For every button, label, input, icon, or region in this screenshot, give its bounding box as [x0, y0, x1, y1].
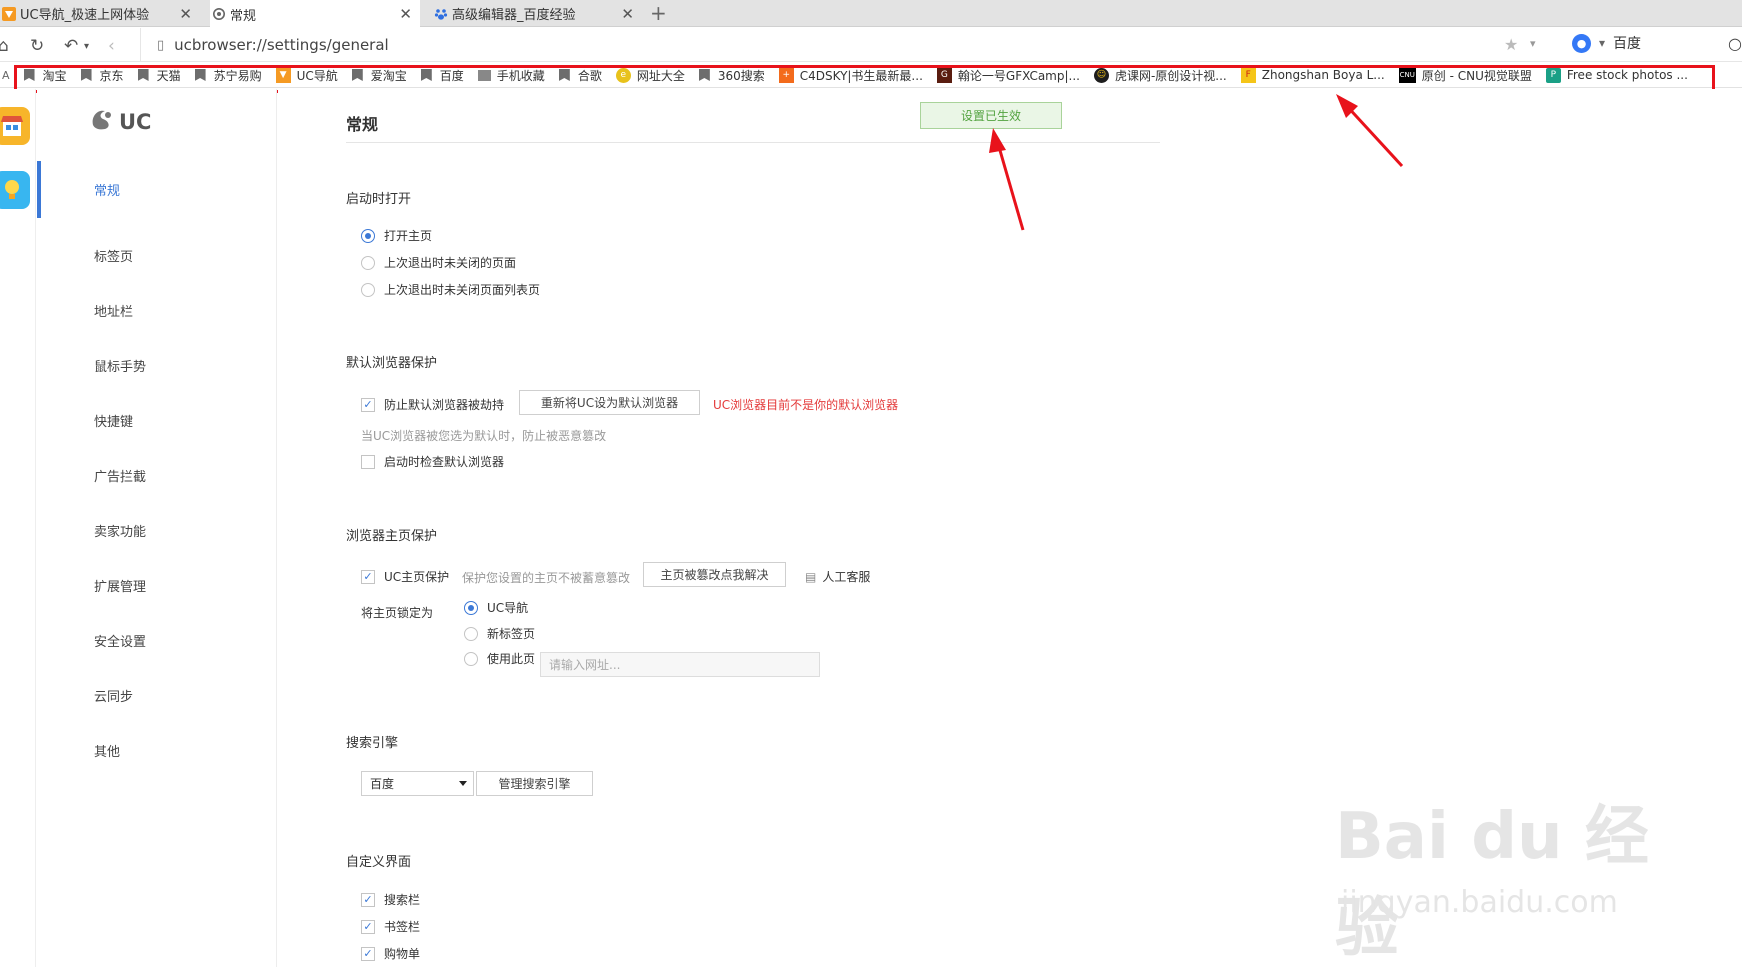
- search-icon[interactable]: ○: [1728, 34, 1742, 53]
- tab-baidu-editor[interactable]: 高级编辑器_百度经验 ✕: [432, 0, 642, 27]
- tab-strip: UC导航_极速上网体验 ✕ 常规 ✕ 高级编辑器_百度经验 ✕ +: [0, 0, 1742, 28]
- url-text: ucbrowser://settings/general: [174, 36, 389, 54]
- homepage-section-label: 浏览器主页保护: [346, 529, 438, 544]
- homepage-protect-checkbox[interactable]: ✓ UC主页保护: [361, 568, 449, 585]
- checkbox[interactable]: [361, 454, 375, 469]
- search-engine-select[interactable]: 百度: [361, 771, 474, 796]
- default-browser-section-label: 默认浏览器保护: [346, 356, 438, 371]
- star-icon[interactable]: ★: [1504, 35, 1518, 54]
- title-divider: [346, 142, 1160, 143]
- homepage-lock-label: 将主页锁定为: [361, 606, 434, 620]
- settings-main: 常规 设置已生效 启动时打开 打开主页 上次退出时未关闭的页面 上次退出时未关闭…: [278, 89, 1742, 967]
- tab-label: 高级编辑器_百度经验: [452, 8, 576, 23]
- radio-button[interactable]: [464, 600, 478, 615]
- page-title: 常规: [346, 115, 379, 134]
- radio-button[interactable]: [361, 228, 375, 243]
- customer-service-link[interactable]: ▤ 人工客服: [805, 568, 870, 585]
- squirrel-icon: [89, 107, 115, 136]
- chevron-down-icon[interactable]: ▾: [1530, 37, 1536, 50]
- settings-sidebar: UC 常规 标签页 地址栏 鼠标手势 快捷键 广告拦截 卖家功能 扩展管理 安全…: [37, 89, 277, 967]
- search-engine-selector[interactable]: ● ▾ 百度: [1572, 33, 1641, 53]
- search-engine-label: 百度: [1613, 36, 1642, 52]
- custom-ui-shopping-list-checkbox[interactable]: ✓ 购物单: [361, 945, 420, 962]
- default-browser-hint: 当UC浏览器被您选为默认时，防止被恶意篡改: [361, 429, 607, 443]
- sidebar-item-mouse-gestures[interactable]: 鼠标手势: [37, 345, 277, 385]
- sidebar-item-seller[interactable]: 卖家功能: [37, 510, 277, 550]
- custom-ui-bookmarks-bar-checkbox[interactable]: ✓ 书签栏: [361, 918, 420, 935]
- page-icon: ▯: [157, 37, 165, 53]
- check-default-on-start-checkbox[interactable]: 启动时检查默认浏览器: [361, 453, 504, 470]
- gear-icon: [212, 7, 226, 21]
- tab-label: 常规: [230, 8, 257, 24]
- apps-icon[interactable]: A: [2, 69, 10, 82]
- homepage-option-new-tab[interactable]: 新标签页: [464, 625, 535, 642]
- logo-text: UC: [119, 109, 152, 134]
- chevron-down-icon: ▾: [1599, 36, 1606, 50]
- default-browser-warning: UC浏览器目前不是你的默认浏览器: [713, 398, 899, 412]
- close-icon[interactable]: ✕: [399, 5, 412, 23]
- startup-option-home[interactable]: 打开主页: [361, 227, 432, 244]
- close-icon[interactable]: ✕: [621, 5, 634, 23]
- homepage-protect-hint: 保护您设置的主页不被蓄意篡改: [462, 571, 631, 585]
- sidebar-item-address-bar[interactable]: 地址栏: [37, 290, 277, 330]
- sidebar-item-extensions[interactable]: 扩展管理: [37, 565, 277, 605]
- check-icon[interactable]: ✓: [361, 892, 375, 907]
- close-icon[interactable]: ✕: [179, 5, 192, 23]
- settings-saved-toast: 设置已生效: [920, 102, 1062, 129]
- sidebar-item-tabs[interactable]: 标签页: [37, 235, 277, 275]
- dropdown-arrow-icon: [459, 781, 467, 786]
- check-icon[interactable]: ✓: [361, 919, 375, 934]
- baidu-paw-icon: ●: [1572, 33, 1591, 53]
- sidebar-item-shortcuts[interactable]: 快捷键: [37, 400, 277, 440]
- uc-logo: UC: [89, 107, 151, 136]
- app-strip: [0, 89, 36, 967]
- radio-button[interactable]: [361, 282, 375, 297]
- sidebar-item-other[interactable]: 其他: [37, 730, 277, 770]
- custom-ui-search-bar-checkbox[interactable]: ✓ 搜索栏: [361, 891, 420, 908]
- chevron-down-icon[interactable]: ▾: [84, 41, 89, 52]
- homepage-option-uc-nav[interactable]: UC导航: [464, 599, 528, 616]
- sidebar-item-cloud-sync[interactable]: 云同步: [37, 675, 277, 715]
- sidebar-item-general[interactable]: 常规: [37, 161, 277, 218]
- chat-icon: ▤: [805, 569, 817, 584]
- tab-uc-nav[interactable]: UC导航_极速上网体验 ✕: [0, 0, 200, 27]
- fix-homepage-button[interactable]: 主页被篡改点我解决: [643, 562, 786, 587]
- lightbulb-app-icon[interactable]: [0, 171, 30, 209]
- navigation-bar: ⌂ ↻ ↶ ▾ ‹ ▯ ucbrowser://settings/general…: [0, 28, 1742, 62]
- uc-nav-icon: [2, 6, 16, 21]
- check-icon[interactable]: ✓: [361, 397, 375, 412]
- radio-button[interactable]: [361, 255, 375, 270]
- homepage-option-this-page[interactable]: 使用此页: [464, 650, 535, 667]
- tab-general[interactable]: 常规 ✕: [210, 0, 420, 28]
- radio-button[interactable]: [464, 651, 478, 666]
- custom-ui-section-label: 自定义界面: [346, 855, 412, 870]
- back-icon[interactable]: ‹: [108, 36, 115, 56]
- search-engine-section-label: 搜索引擎: [346, 736, 399, 751]
- check-icon[interactable]: ✓: [361, 946, 375, 961]
- homepage-url-input[interactable]: 请输入网址...: [540, 652, 820, 677]
- shop-app-icon[interactable]: [0, 107, 30, 145]
- startup-option-last-pages[interactable]: 上次退出时未关闭的页面: [361, 254, 516, 271]
- reload-icon[interactable]: ↻: [30, 36, 44, 56]
- check-icon[interactable]: ✓: [361, 569, 375, 584]
- undo-icon[interactable]: ↶: [64, 36, 78, 56]
- tab-label: UC导航_极速上网体验: [20, 8, 150, 23]
- home-icon[interactable]: ⌂: [0, 36, 9, 56]
- sidebar-item-security[interactable]: 安全设置: [37, 620, 277, 660]
- prevent-hijack-checkbox[interactable]: ✓ 防止默认浏览器被劫持: [361, 396, 504, 413]
- sidebar-item-ad-block[interactable]: 广告拦截: [37, 455, 277, 495]
- startup-option-last-list[interactable]: 上次退出时未关闭页面列表页: [361, 281, 540, 298]
- startup-section-label: 启动时打开: [346, 192, 412, 207]
- set-default-browser-button[interactable]: 重新将UC设为默认浏览器: [519, 390, 700, 415]
- baidu-paw-icon: [434, 7, 448, 21]
- address-bar[interactable]: ▯ ucbrowser://settings/general: [140, 28, 1510, 62]
- radio-button[interactable]: [464, 626, 478, 641]
- manage-search-engines-button[interactable]: 管理搜索引擎: [476, 771, 593, 796]
- new-tab-icon[interactable]: +: [650, 1, 667, 25]
